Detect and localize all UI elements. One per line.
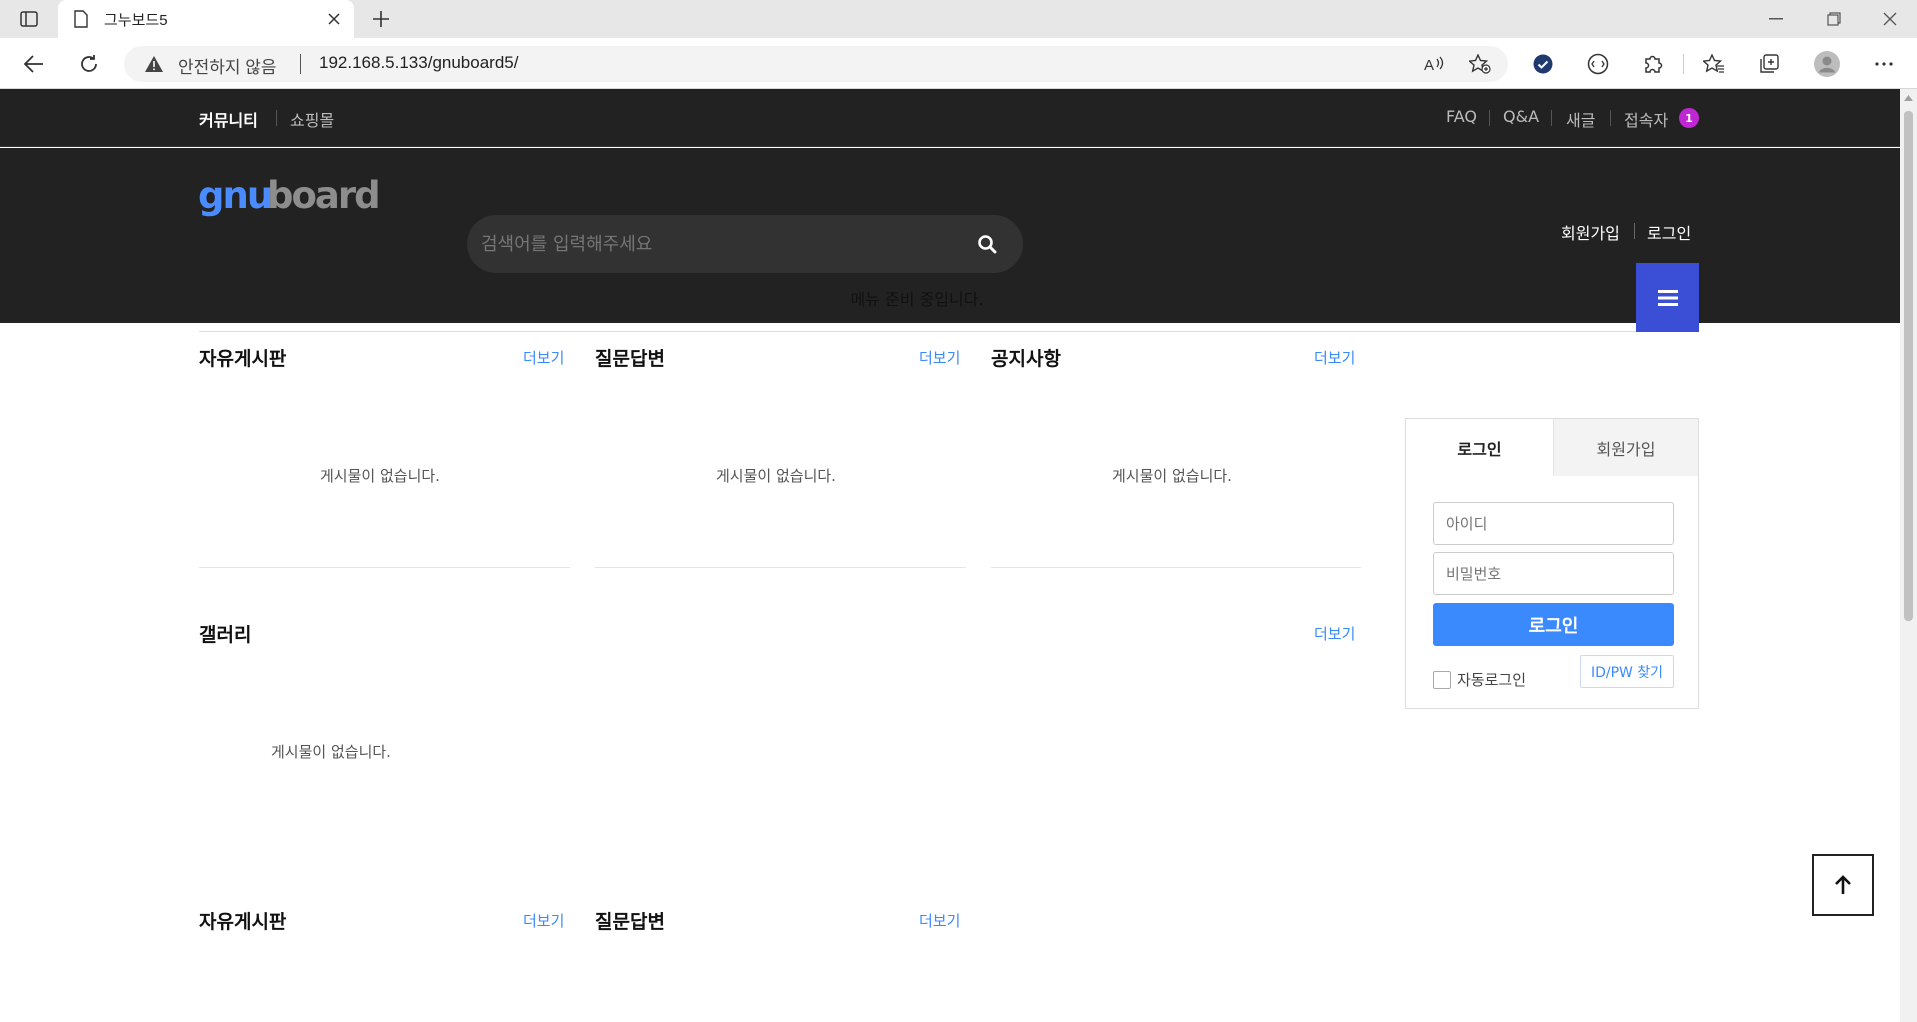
more-link-qa-2[interactable]: 더보기 [919,910,960,931]
auto-login-checkbox[interactable] [1433,671,1451,689]
latest-title-free-2[interactable]: 자유게시판 [199,907,286,934]
close-tab-icon[interactable] [324,9,344,29]
collections-icon[interactable] [1757,52,1781,76]
svg-text:A: A [1424,57,1434,73]
latest-title-free[interactable]: 자유게시판 [199,344,286,371]
empty-message: 게시물이 없습니다. [271,743,391,761]
visitors-link[interactable]: 접속자 [1624,107,1668,131]
browser-toolbar: 안전하지 않음 192.168.5.133/gnuboard5/ A [0,38,1917,89]
refresh-icon[interactable] [77,52,101,76]
extension-check-icon[interactable] [1531,52,1555,76]
login-link[interactable]: 로그인 [1647,220,1691,244]
search-icon[interactable] [975,232,999,256]
hamburger-icon [1657,289,1678,306]
latest-bottom-line [595,567,966,568]
community-link[interactable]: 커뮤니티 [199,107,258,131]
latest-bottom-line [199,567,570,568]
arrow-up-icon [1835,875,1851,894]
latest-bottom-line [991,567,1361,568]
all-menu-button[interactable] [1636,263,1699,332]
scroll-up-arrow-icon[interactable] [1904,93,1913,103]
more-link-notice[interactable]: 더보기 [1314,347,1355,368]
faq-link[interactable]: FAQ [1446,107,1477,126]
tab-title: 그누보드5 [104,12,168,29]
latest-title-qa-2[interactable]: 질문답변 [595,907,665,934]
topbar-divider [1610,110,1611,126]
login-submit-button[interactable]: 로그인 [1433,603,1674,646]
password-input[interactable] [1433,552,1674,595]
qna-link[interactable]: Q&A [1503,107,1539,126]
browser-tab-bar: 그누보드5 [0,0,1917,38]
read-aloud-icon[interactable]: A [1422,53,1446,75]
user-id-input[interactable] [1433,502,1674,545]
topbar-divider [1551,110,1552,126]
back-icon[interactable] [22,52,46,76]
logo-text-board: board [267,174,379,217]
empty-message: 게시물이 없습니다. [716,467,836,485]
latest-title-qa[interactable]: 질문답변 [595,344,665,371]
restore-icon[interactable] [1822,9,1846,29]
extensions-puzzle-icon[interactable] [1641,52,1665,76]
gnuboard-logo-graphic: gnu board [198,174,381,217]
new-tab-icon[interactable] [370,8,392,30]
login-box: 로그인 회원가입 로그인 자동로그인 ID/PW 찾기 [1405,418,1699,709]
auto-login-label[interactable]: 자동로그인 [1457,669,1526,690]
latest-title-notice[interactable]: 공지사항 [991,344,1061,371]
security-label[interactable]: 안전하지 않음 [178,53,277,78]
logo-alt-text: gnuboard [388,174,389,175]
profile-avatar-icon[interactable] [1813,50,1841,78]
new-posts-link[interactable]: 새글 [1566,107,1595,131]
empty-message: 게시물이 없습니다. [320,467,440,485]
site-logo[interactable]: gnu board gnuboard [198,174,388,222]
page-icon [72,9,90,29]
add-favorite-icon[interactable] [1468,53,1492,75]
more-link-gallery[interactable]: 더보기 [1314,623,1355,644]
header-divider [1634,223,1635,239]
more-options-icon[interactable] [1872,52,1896,76]
top-bar: 커뮤니티 쇼핑몰 FAQ Q&A 새글 접속자 1 [0,89,1900,147]
scrollbar-thumb[interactable] [1904,111,1913,621]
scroll-to-top-button[interactable] [1812,854,1874,916]
nav-message: 메뉴 준비 중입니다. [850,289,984,309]
visitors-count-badge[interactable]: 1 [1679,108,1699,128]
favorites-icon[interactable] [1702,52,1726,76]
page-scrollbar[interactable] [1900,89,1917,1022]
tab-login[interactable]: 로그인 [1406,419,1553,476]
topbar-divider [276,110,277,126]
tab-join[interactable]: 회원가입 [1553,419,1698,476]
extension-icon[interactable] [1586,52,1610,76]
join-link[interactable]: 회원가입 [1561,220,1620,244]
find-id-pw-button[interactable]: ID/PW 찾기 [1580,655,1674,688]
latest-title-gallery[interactable]: 갤러리 [199,620,251,647]
warning-icon[interactable] [144,54,164,74]
tab-actions-icon[interactable] [18,9,40,29]
address-bar[interactable]: 안전하지 않음 192.168.5.133/gnuboard5/ A [124,46,1508,82]
close-window-icon[interactable] [1878,9,1902,29]
more-link-qa[interactable]: 더보기 [919,347,960,368]
main-navigation: 메뉴 준비 중입니다. [199,263,1699,332]
web-page: 커뮤니티 쇼핑몰 FAQ Q&A 새글 접속자 1 gnu board gnub… [0,89,1900,1022]
more-link-free[interactable]: 더보기 [523,347,564,368]
browser-tab-active[interactable]: 그누보드5 [58,0,354,38]
topbar-divider [1489,110,1490,126]
more-link-free-2[interactable]: 더보기 [523,910,564,931]
shop-link[interactable]: 쇼핑몰 [290,107,334,131]
toolbar-divider [1683,54,1684,74]
minimize-icon[interactable] [1764,9,1788,29]
address-divider [300,54,301,74]
empty-message: 게시물이 없습니다. [1112,467,1232,485]
url-text[interactable]: 192.168.5.133/gnuboard5/ [319,53,518,73]
logo-text-gnu: gnu [198,174,271,217]
